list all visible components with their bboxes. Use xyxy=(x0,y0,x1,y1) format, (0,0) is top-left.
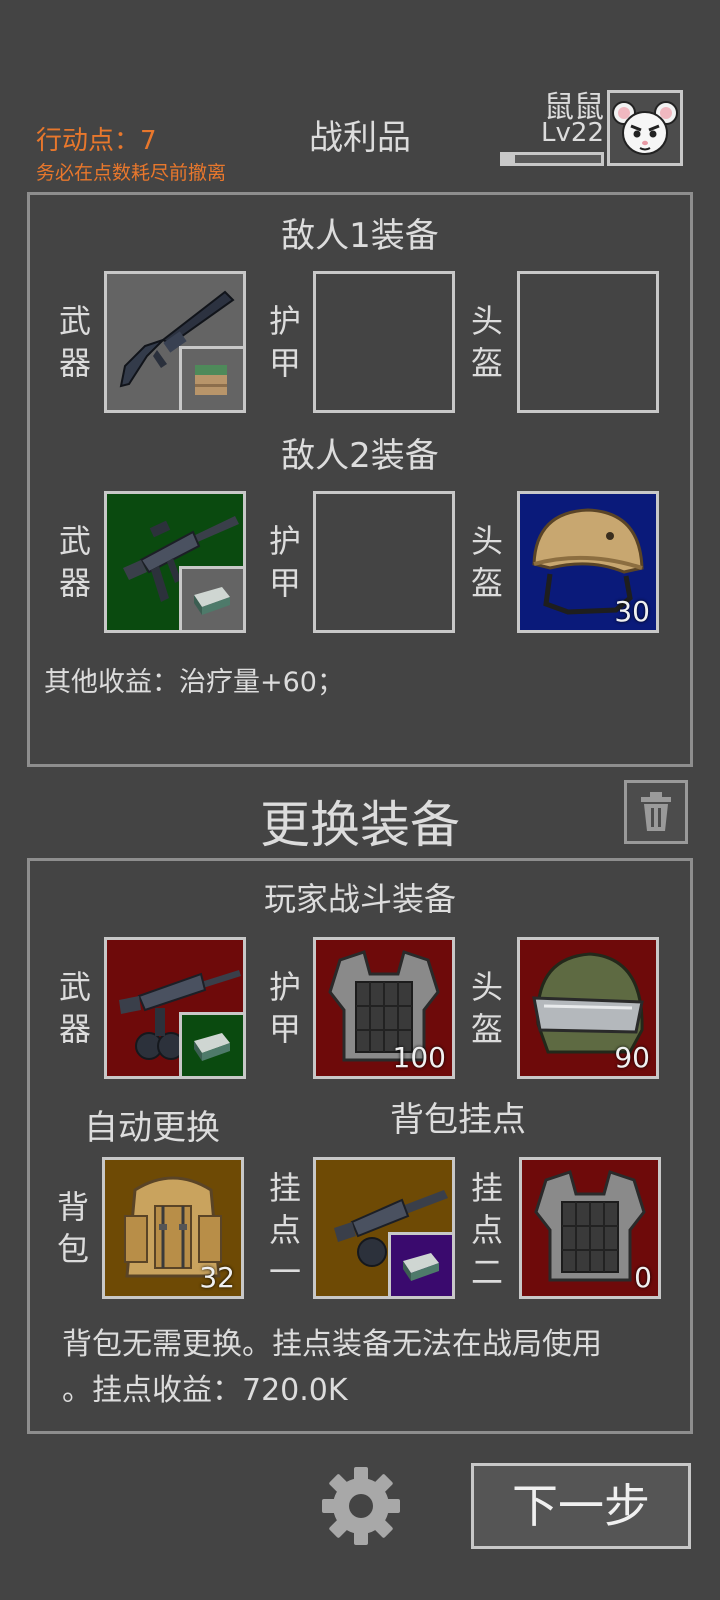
mount1-slot[interactable] xyxy=(313,1157,455,1299)
mount1-ammo-slot xyxy=(388,1232,452,1296)
mount1-label-text: 挂点一 xyxy=(268,1169,301,1291)
trash-icon xyxy=(641,792,671,831)
player-level: Lv22 xyxy=(541,118,604,148)
ammo-box-icon xyxy=(194,1033,230,1061)
enemy2-helmet-slot[interactable]: 30 xyxy=(517,491,659,633)
player-helmet-slot[interactable]: 90 xyxy=(517,937,659,1079)
enemy2-ammo-slot xyxy=(179,566,243,630)
gear-note-line1: 背包无需更换。挂点装备无法在战局使用 xyxy=(62,1327,602,1362)
other-gains-text: 其他收益：治疗量+60； xyxy=(44,667,344,698)
player-gear-title: 玩家战斗装备 xyxy=(263,880,456,918)
gear-note-line2: 。挂点收益：720.0K xyxy=(62,1373,348,1408)
enemy2-armor-label: 护甲 xyxy=(268,522,301,602)
mount1-label: 挂点一 xyxy=(265,1167,305,1293)
player-avatar[interactable] xyxy=(607,90,683,166)
enemy1-ammo-slot xyxy=(179,346,243,410)
next-step-button[interactable]: 下一步 xyxy=(471,1463,691,1549)
ammo-box-icon xyxy=(403,1253,439,1281)
enemy1-weapon-slot[interactable] xyxy=(104,271,246,413)
ammo-crate-icon xyxy=(195,365,227,395)
enemy1-title: 敌人1装备 xyxy=(281,216,439,256)
player-weapon-label: 武器 xyxy=(58,968,91,1048)
player-weapon-slot[interactable] xyxy=(104,937,246,1079)
discard-button[interactable] xyxy=(624,780,688,844)
enemy2-weapon-slot[interactable] xyxy=(104,491,246,633)
backpack-mounts-title: 背包挂点 xyxy=(390,1100,526,1140)
player-armor-slot[interactable]: 100 xyxy=(313,937,455,1079)
player-ammo-slot xyxy=(179,1012,243,1076)
evacuate-warning: 务必在点数耗尽前撤离 xyxy=(36,162,227,184)
swap-equipment-title: 更换装备 xyxy=(260,796,460,854)
settings-button[interactable] xyxy=(318,1463,404,1549)
enemy2-helmet-label: 头盔 xyxy=(470,522,503,602)
mount2-slot[interactable]: 0 xyxy=(519,1157,661,1299)
backpack-slot[interactable]: 32 xyxy=(102,1157,244,1299)
enemy1-helmet-label: 头盔 xyxy=(470,302,503,382)
player-helmet-label: 头盔 xyxy=(470,968,503,1048)
enemy1-helmet-slot[interactable] xyxy=(517,271,659,413)
backpack-label: 背包 xyxy=(56,1188,89,1268)
ammo-box-icon xyxy=(194,587,230,615)
enemy2-armor-slot[interactable] xyxy=(313,491,455,633)
xp-bar-fill xyxy=(503,155,515,163)
player-helmet-durability: 90 xyxy=(614,1041,650,1074)
enemy1-armor-slot[interactable] xyxy=(313,271,455,413)
xp-bar xyxy=(500,152,604,166)
gear-icon xyxy=(322,1467,400,1545)
enemy2-helmet-durability: 30 xyxy=(614,595,650,628)
mount2-label-text: 挂点二 xyxy=(470,1169,503,1291)
enemy2-weapon-label: 武器 xyxy=(58,522,91,602)
enemy1-armor-label: 护甲 xyxy=(268,302,301,382)
backpack-value: 32 xyxy=(199,1261,235,1294)
player-armor-label: 护甲 xyxy=(268,968,301,1048)
gear-note-text: 背包无需更换。挂点装备无法在战局使用 。挂点收益：720.0K xyxy=(62,1322,602,1414)
enemy2-title: 敌人2装备 xyxy=(281,436,439,476)
enemy1-weapon-label: 武器 xyxy=(58,302,91,382)
auto-swap-button[interactable]: 自动更换 xyxy=(84,1100,220,1149)
mount2-label: 挂点二 xyxy=(467,1167,507,1293)
mount2-value: 0 xyxy=(634,1261,652,1294)
white-mouse-face-icon xyxy=(612,101,678,155)
player-armor-durability: 100 xyxy=(392,1041,446,1074)
